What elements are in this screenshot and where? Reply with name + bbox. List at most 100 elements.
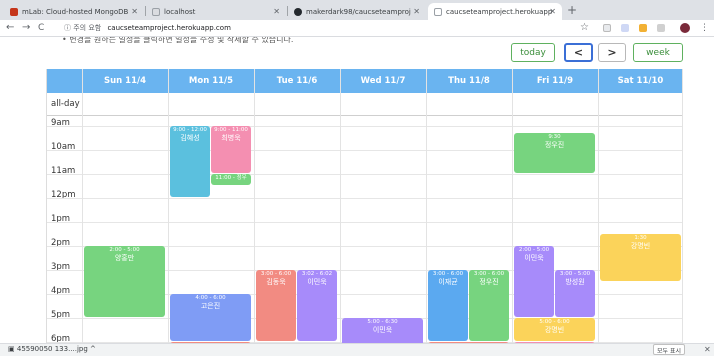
grid-hour-line <box>47 126 683 127</box>
event-time: 9:00 - 12:00 <box>173 127 207 133</box>
event-title: 이민욱 <box>524 254 544 262</box>
extension-icon[interactable] <box>657 24 665 32</box>
extension-icon[interactable] <box>621 24 629 32</box>
grid-hour-line <box>47 222 683 223</box>
allday-label: all-day <box>51 99 80 109</box>
forward-button[interactable]: → <box>22 22 30 34</box>
github-favicon-icon <box>294 7 302 16</box>
calendar-event[interactable]: 4:00 - 6:00 고은진 <box>170 294 251 341</box>
show-all-button[interactable]: 모두 표시 <box>653 344 685 355</box>
browser-tab[interactable]: localhost ✕ <box>146 3 286 20</box>
event-title: 김동욱 <box>266 278 286 286</box>
tab-close-icon[interactable]: ✕ <box>131 7 138 16</box>
calendar-event[interactable]: 1:30 강명빈 <box>600 234 681 281</box>
tab-title: makerdark98/caucseteamproj <box>306 7 411 16</box>
calendar-event[interactable]: 3:00 - 5:00 방성원 <box>555 270 595 317</box>
event-time: 9:00 - 11:00 <box>214 127 248 133</box>
event-time: 1:30 <box>634 235 647 241</box>
grid-hour-line <box>47 198 683 199</box>
security-warning[interactable]: ⓘ 주의 요함 <box>64 24 101 32</box>
download-item[interactable]: ▣ 45590050 133....jpg ^ <box>8 345 96 353</box>
url-text: caucseteamproject.herokuapp.com <box>107 24 231 32</box>
prev-week-button[interactable]: < <box>564 43 593 62</box>
grid-day-line <box>426 69 427 343</box>
profile-avatar[interactable] <box>680 23 690 33</box>
event-time: 5:00 - 6:00 <box>539 319 570 325</box>
day-header-sat: Sat 11/10 <box>617 76 664 86</box>
event-time: 3:00 - 6:00 <box>260 271 292 277</box>
tab-close-icon[interactable]: ✕ <box>273 7 280 16</box>
event-title: 최병욱 <box>221 134 241 142</box>
week-view-button[interactable]: week <box>633 43 683 62</box>
grid-day-line <box>82 69 83 343</box>
event-time: 3:00 - 5:00 <box>559 271 591 277</box>
event-time: 2:00 - 5:00 <box>109 247 140 253</box>
browser-toolbar: ← → C ⓘ 주의 요함 caucseteamproject.herokuap… <box>0 20 714 37</box>
day-header-wed: Wed 11/7 <box>360 76 406 86</box>
tab-close-icon[interactable]: ✕ <box>549 7 556 16</box>
instruction-note: • 변경을 원하는 일정을 클릭하면 일정을 수정 및 삭제할 수 있습니다. <box>62 37 294 44</box>
browser-tab[interactable]: makerdark98/caucseteamproj ✕ <box>288 3 426 20</box>
back-button[interactable]: ← <box>6 22 14 34</box>
calendar-event[interactable]: 3:02 - 6:02 이민욱 <box>297 270 337 341</box>
event-title: 이재균 <box>438 278 458 286</box>
tab-close-icon[interactable]: ✕ <box>413 7 420 16</box>
tab-title: mLab: Cloud-hosted MongoDB <box>22 7 129 16</box>
calendar-event[interactable]: 5:00 - 6:30 이민욱 <box>342 318 423 343</box>
week-calendar: Sun 11/4 Mon 11/5 Tue 11/6 Wed 11/7 Thu … <box>46 69 683 343</box>
next-week-button[interactable]: > <box>598 43 626 62</box>
calendar-event[interactable]: 9:00 - 11:00 최병욱 <box>211 126 251 173</box>
event-time: 11:00 - 정우 <box>215 175 247 181</box>
grid-day-line <box>682 69 683 343</box>
mlab-favicon-icon <box>10 7 18 16</box>
calendar-event[interactable]: 2:00 - 5:00 이민욱 <box>514 246 554 317</box>
event-title: 방성원 <box>565 278 585 286</box>
calendar-event[interactable]: 11:00 - 정우 <box>211 174 251 185</box>
tab-title: localhost <box>164 7 196 16</box>
event-time: 5:00 - 6:30 <box>367 319 398 325</box>
event-title: 김혜성 <box>180 134 200 142</box>
calendar-event[interactable]: 9:30 정우진 <box>514 133 595 173</box>
calendar-event[interactable]: 2:00 - 5:00 양홍만 <box>84 246 165 317</box>
event-title: 고은진 <box>200 302 221 310</box>
grid-day-line <box>254 69 255 343</box>
image-file-icon: ▣ <box>8 345 15 353</box>
calendar-event[interactable]: 3:00 - 6:00 김동욱 <box>256 270 296 341</box>
event-title: 강명빈 <box>544 326 565 334</box>
event-time: 3:02 - 6:02 <box>301 271 333 277</box>
day-header-sun: Sun 11/4 <box>103 76 147 86</box>
chevron-up-icon[interactable]: ^ <box>90 345 96 353</box>
day-header-thu: Thu 11/8 <box>448 76 490 86</box>
event-title: 양홍만 <box>114 254 135 262</box>
reload-button[interactable]: C <box>38 22 44 34</box>
browser-tab-bar: mLab: Cloud-hosted MongoDB ✕ localhost ✕… <box>0 0 714 20</box>
day-header-tue: Tue 11/6 <box>276 76 318 86</box>
today-button[interactable]: today <box>511 43 555 62</box>
calendar-event[interactable]: 3:00 - 6:00 이재균 <box>428 270 468 341</box>
event-time: 4:00 - 6:00 <box>195 295 226 301</box>
grid-day-line <box>340 69 341 343</box>
calendar-event[interactable]: 3:00 - 6:00 정우진 <box>469 270 509 341</box>
page-favicon-icon <box>434 7 442 16</box>
calendar-event[interactable]: 9:00 - 12:00 김혜성 <box>170 126 210 197</box>
event-title: 이민욱 <box>307 278 327 286</box>
event-title: 정우진 <box>479 278 499 286</box>
address-bar[interactable]: ⓘ 주의 요함 caucseteamproject.herokuapp.com <box>64 23 231 33</box>
download-filename: 45590050 133....jpg <box>16 345 88 353</box>
extension-icon[interactable] <box>639 24 647 32</box>
event-time: 3:00 - 6:00 <box>432 271 464 277</box>
grid-day-line <box>168 69 169 343</box>
event-time: 3:00 - 6:00 <box>473 271 505 277</box>
menu-kebab-icon[interactable]: ⋮ <box>700 22 709 34</box>
bookmark-star-icon[interactable]: ☆ <box>580 22 589 34</box>
browser-tab-active[interactable]: caucseteamproject.herokuapp ✕ <box>428 3 562 20</box>
close-download-bar-icon[interactable]: ✕ <box>704 345 711 354</box>
browser-tab[interactable]: mLab: Cloud-hosted MongoDB ✕ <box>4 3 144 20</box>
calendar-event[interactable]: 5:00 - 6:00 강명빈 <box>514 318 595 341</box>
download-bar: ▣ 45590050 133....jpg ^ 모두 표시 ✕ <box>0 343 714 356</box>
event-title: 강명빈 <box>630 242 651 250</box>
new-tab-button[interactable]: + <box>567 3 577 17</box>
grid-day-line <box>598 69 599 343</box>
event-time: 9:30 <box>548 134 561 141</box>
extension-icon[interactable] <box>603 24 611 32</box>
